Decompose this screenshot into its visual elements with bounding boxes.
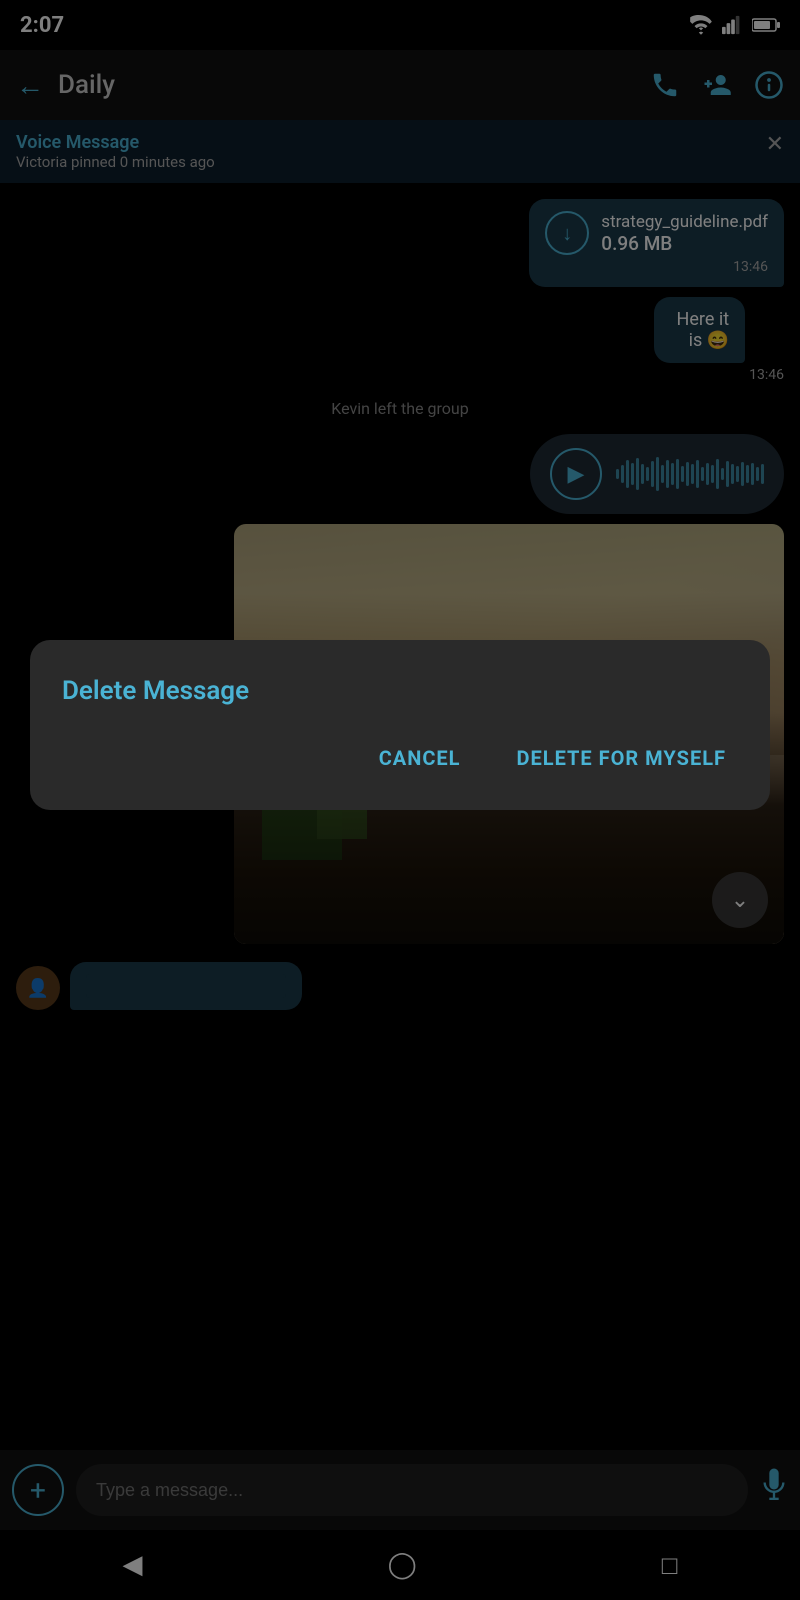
cancel-button[interactable]: CANCEL bbox=[367, 738, 473, 778]
delete-message-dialog: Delete Message CANCEL DELETE FOR MYSELF bbox=[30, 640, 770, 810]
delete-for-myself-button[interactable]: DELETE FOR MYSELF bbox=[505, 738, 739, 778]
dialog-title: Delete Message bbox=[62, 676, 738, 706]
dialog-actions: CANCEL DELETE FOR MYSELF bbox=[62, 738, 738, 778]
